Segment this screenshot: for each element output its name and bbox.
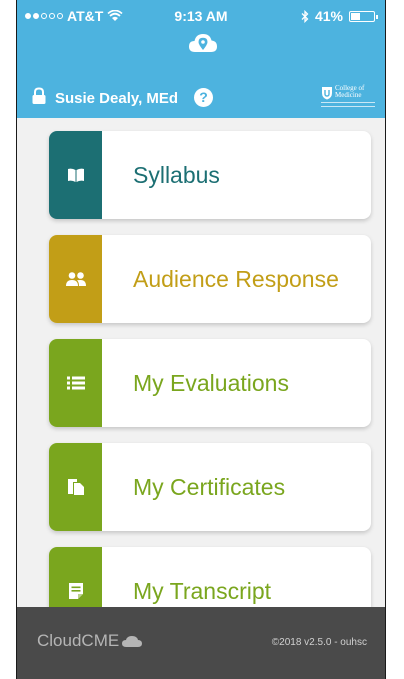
battery-fill	[351, 12, 360, 20]
college-logo-rule	[321, 102, 375, 107]
certificates-icon	[67, 479, 84, 495]
college-seal-icon	[322, 87, 332, 100]
college-of-medicine-logo: College of Medicine	[321, 84, 375, 112]
menu-item-audience-response-stripe	[49, 235, 102, 323]
menu-item-my-certificates[interactable]: My Certificates	[49, 443, 371, 531]
menu-item-my-certificates-stripe	[49, 443, 102, 531]
transcript-icon	[68, 583, 83, 599]
battery-percent: 41%	[314, 8, 343, 24]
book-icon	[67, 168, 84, 182]
menu-item-my-evaluations-stripe	[49, 339, 102, 427]
menu-item-audience-response[interactable]: Audience Response	[49, 235, 371, 323]
help-icon[interactable]: ?	[194, 88, 213, 107]
college-logo-line2: Medicine	[335, 91, 362, 99]
cloudcme-brand: CloudCME	[37, 631, 143, 651]
bluetooth-icon	[301, 9, 309, 23]
cloudcme-brand-text: CloudCME	[37, 631, 120, 650]
cloud-location-icon	[189, 34, 217, 52]
menu-item-syllabus[interactable]: Syllabus	[49, 131, 371, 219]
user-name[interactable]: Susie Dealy, MEd	[55, 90, 178, 107]
menu-item-syllabus-stripe	[49, 131, 102, 219]
menu-item-syllabus-label: Syllabus	[133, 161, 220, 188]
list-icon	[66, 376, 85, 390]
menu-item-my-evaluations[interactable]: My Evaluations	[49, 339, 371, 427]
menu-item-my-evaluations-label: My Evaluations	[133, 369, 289, 396]
version-text: ©2018 v2.5.0 - ouhsc	[271, 637, 367, 648]
cloud-icon	[122, 636, 143, 647]
battery-icon	[349, 10, 378, 22]
user-bar: Susie Dealy, MEd ? College of Medicine	[17, 80, 385, 116]
menu-item-audience-response-label: Audience Response	[133, 265, 339, 292]
footer-bar: CloudCME ©2018 v2.5.0 - ouhsc	[17, 607, 385, 679]
phone-screen: AT&T 9:13 AM 41% Susie Dealy, MEd ? Coll…	[16, 0, 386, 679]
lock-icon	[32, 87, 46, 104]
status-bar: AT&T 9:13 AM 41%	[17, 0, 385, 30]
status-right: 41%	[301, 8, 378, 24]
people-icon	[65, 272, 86, 286]
menu-item-my-certificates-label: My Certificates	[133, 473, 286, 500]
